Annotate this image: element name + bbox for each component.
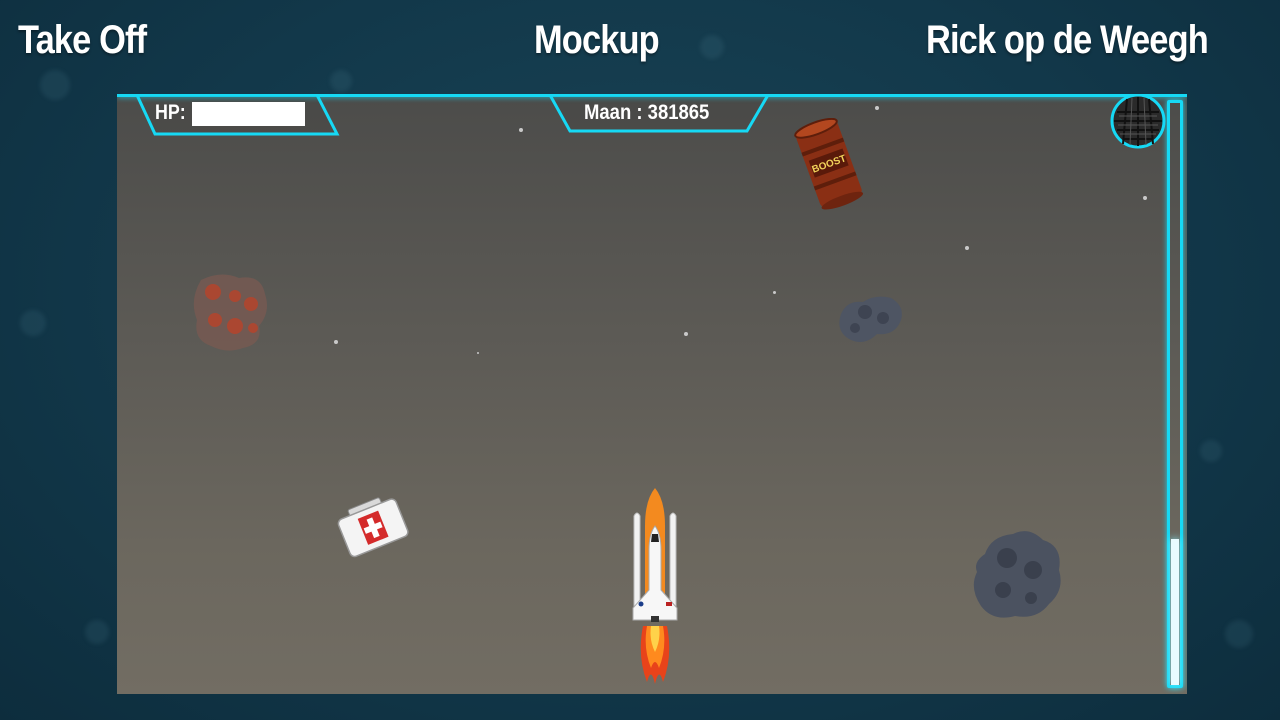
star — [477, 352, 479, 354]
rocket-flame — [640, 626, 670, 684]
distance-to-moon: Maan : 381865 — [584, 101, 710, 124]
background-bokeh — [700, 35, 724, 59]
mockup-label: Mockup — [534, 18, 660, 62]
asteroid-icon — [973, 531, 1061, 618]
damaged-asteroid-icon — [193, 274, 267, 351]
background-bokeh — [85, 620, 109, 644]
hp-label: HP: — [155, 101, 186, 124]
asteroid-icon — [839, 296, 902, 342]
hp-bar — [192, 102, 305, 126]
star — [519, 128, 523, 132]
star — [875, 106, 879, 110]
rocket-shuttle-icon[interactable] — [615, 486, 695, 686]
background-bokeh — [40, 70, 70, 100]
star — [1143, 196, 1147, 200]
star — [773, 291, 776, 294]
background-bokeh — [1225, 620, 1253, 648]
hp-bar-fill — [192, 102, 305, 126]
background-bokeh — [1200, 440, 1222, 462]
net-ball-icon[interactable] — [1109, 94, 1167, 152]
game-title: Take Off — [18, 18, 147, 62]
boost-barrel-icon: BOOST — [794, 118, 864, 210]
medkit-icon — [337, 497, 409, 558]
star — [684, 332, 688, 336]
star — [334, 340, 338, 344]
game-viewport[interactable]: HP: Maan : 381865 BOOST — [117, 94, 1187, 694]
star — [965, 246, 969, 250]
background-bokeh — [330, 70, 352, 92]
author-name: Rick op de Weegh — [926, 18, 1209, 62]
background-bokeh — [20, 310, 46, 336]
boost-meter-fill — [1171, 539, 1179, 685]
